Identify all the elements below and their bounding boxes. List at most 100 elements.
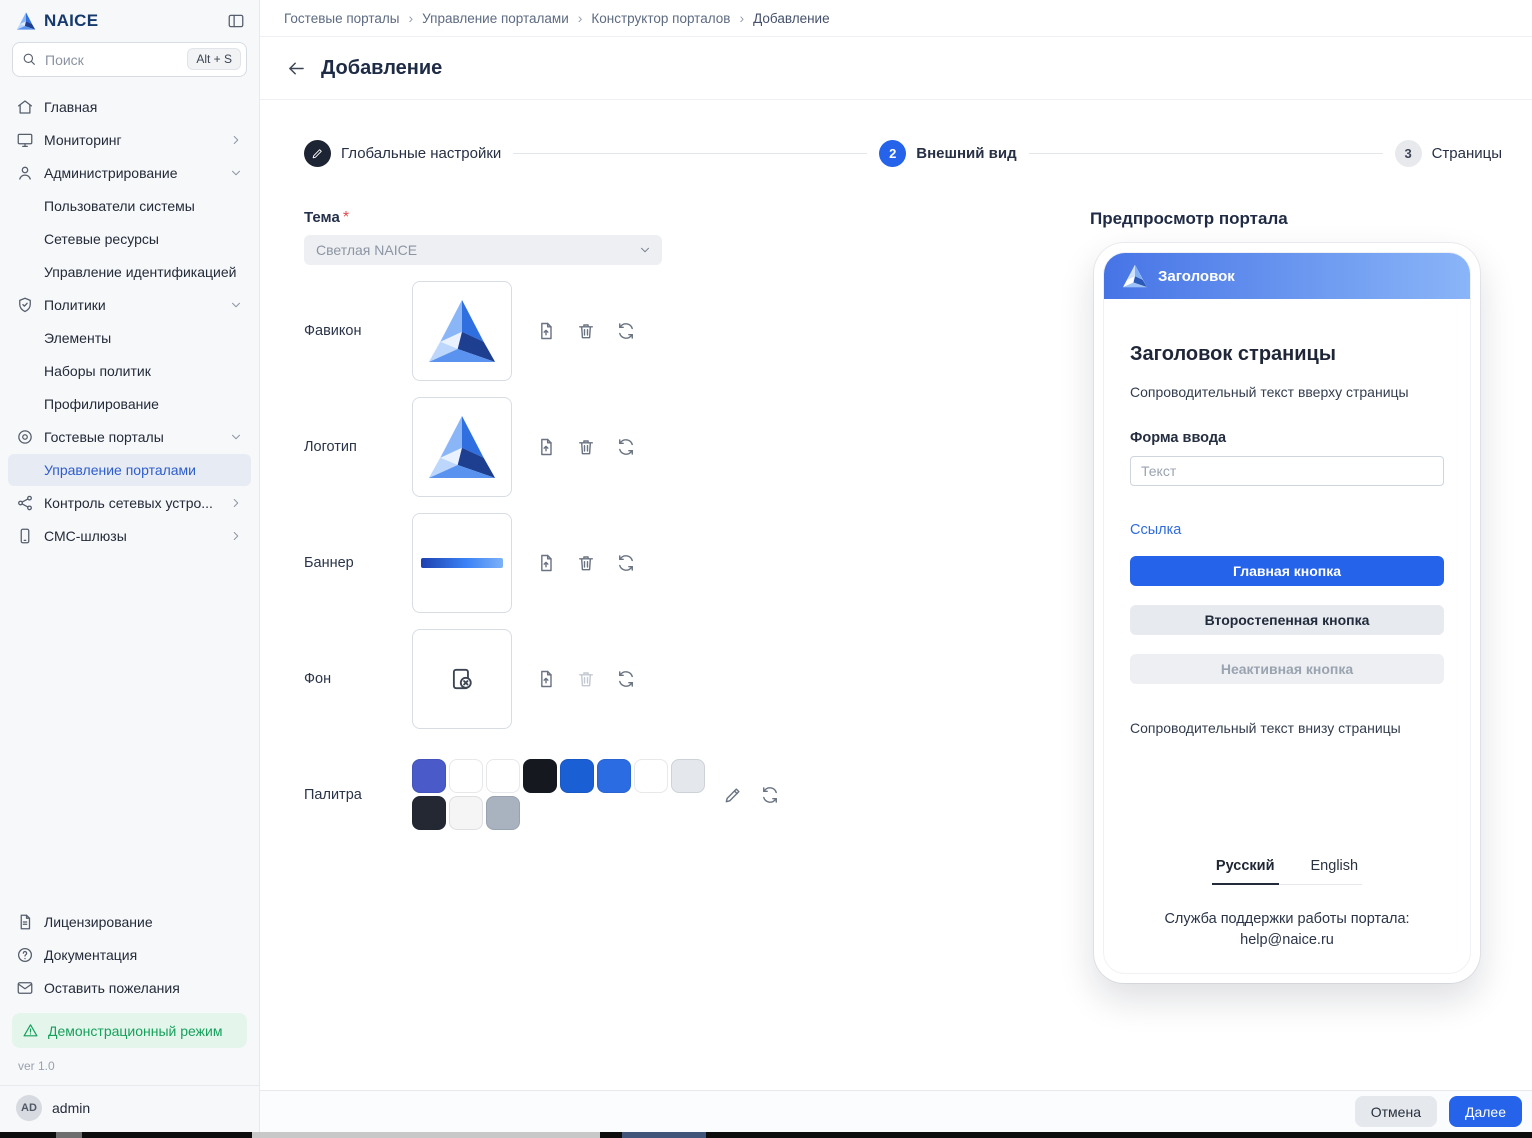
edit-pencil-icon[interactable]	[723, 785, 743, 805]
help-circle-icon	[16, 946, 34, 964]
sidebar-item-label: Гостевые порталы	[44, 429, 164, 445]
sidebar-item-guest-portals[interactable]: Гостевые порталы	[8, 421, 251, 453]
sidebar-item-system-users[interactable]: Пользователи системы	[8, 190, 251, 222]
breadcrumb-item[interactable]: Управление порталами	[422, 11, 569, 26]
sidebar-item-sms-gateways[interactable]: СМС-шлюзы	[8, 520, 251, 552]
home-icon	[16, 98, 34, 116]
pencil-icon	[311, 147, 324, 160]
sidebar-item-elements[interactable]: Элементы	[8, 322, 251, 354]
sidebar-item-identity-management[interactable]: Управление идентификацией	[8, 256, 251, 288]
sidebar-item-policies[interactable]: Политики	[8, 289, 251, 321]
palette-swatch[interactable]	[634, 759, 668, 793]
brand[interactable]: NAICE	[16, 11, 98, 31]
sidebar-item-feedback[interactable]: Оставить пожелания	[8, 972, 251, 1004]
preview-form-label: Форма ввода	[1130, 430, 1444, 446]
next-button[interactable]: Далее	[1449, 1096, 1522, 1127]
sidebar-item-label: Сетевые ресурсы	[44, 231, 159, 247]
sidebar-collapse-button[interactable]	[227, 12, 245, 30]
upload-file-icon[interactable]	[536, 553, 556, 573]
logo-image	[426, 414, 498, 480]
breadcrumb-item[interactable]: Гостевые порталы	[284, 11, 400, 26]
sidebar-item-home[interactable]: Главная	[8, 91, 251, 123]
step3-label: Страницы	[1432, 145, 1502, 162]
preview-primary-button[interactable]: Главная кнопка	[1130, 556, 1444, 586]
sidebar-header: NAICE	[0, 0, 259, 40]
palette-swatch[interactable]	[486, 759, 520, 793]
refresh-icon[interactable]	[616, 437, 636, 457]
trash-icon[interactable]	[576, 553, 596, 573]
sidebar-item-policy-sets[interactable]: Наборы политик	[8, 355, 251, 387]
breadcrumb-item[interactable]: Конструктор порталов	[591, 11, 730, 26]
upload-file-icon[interactable]	[536, 669, 556, 689]
upload-file-icon[interactable]	[536, 321, 556, 341]
banner-label: Баннер	[304, 555, 412, 571]
step-pages[interactable]: 3 Страницы	[1395, 140, 1502, 167]
refresh-icon[interactable]	[616, 669, 636, 689]
palette-swatch[interactable]	[486, 796, 520, 830]
sidebar-item-network-resources[interactable]: Сетевые ресурсы	[8, 223, 251, 255]
back-button[interactable]	[286, 58, 307, 79]
sidebar-item-network-device-control[interactable]: Контроль сетевых устро...	[8, 487, 251, 519]
banner-image	[421, 558, 503, 568]
step2-circle: 2	[879, 140, 906, 167]
content: Глобальные настройки 2 Внешний вид 3 Стр…	[260, 100, 1532, 1090]
palette-swatch[interactable]	[597, 759, 631, 793]
preview-support-text: Служба поддержки работы портала: help@na…	[1130, 909, 1444, 951]
breadcrumb-separator: ›	[739, 10, 744, 26]
palette-swatch[interactable]	[671, 759, 705, 793]
upload-file-icon[interactable]	[536, 437, 556, 457]
preview-header-title: Заголовок	[1158, 268, 1235, 285]
trash-icon[interactable]	[576, 321, 596, 341]
required-mark: *	[343, 209, 349, 226]
portal-preview-card: Заголовок Заголовок страницы Сопроводите…	[1094, 243, 1480, 983]
sidebar-item-label: Наборы политик	[44, 363, 151, 379]
step-global-settings[interactable]: Глобальные настройки	[304, 140, 501, 167]
sidebar-item-documentation[interactable]: Документация	[8, 939, 251, 971]
search-icon	[21, 51, 37, 67]
support-line1: Служба поддержки работы портала:	[1130, 909, 1444, 930]
sidebar-footer: Лицензирование Документация Оставить пож…	[0, 906, 259, 1085]
preview-secondary-button[interactable]: Второстепенная кнопка	[1130, 605, 1444, 635]
breadcrumb: Гостевые порталы › Управление порталами …	[260, 0, 1532, 37]
theme-label: Тема	[304, 209, 340, 226]
app-root: NAICE Alt + S Главная Мониторинг	[0, 0, 1532, 1132]
shield-icon	[16, 296, 34, 314]
palette-swatch[interactable]	[449, 796, 483, 830]
palette-swatch[interactable]	[523, 759, 557, 793]
palette-swatch[interactable]	[412, 759, 446, 793]
theme-select[interactable]: Светлая NAICE	[304, 235, 662, 265]
sidebar-item-label: Документация	[44, 947, 137, 963]
trash-icon[interactable]	[576, 437, 596, 457]
preview-text-input[interactable]	[1130, 456, 1444, 486]
breadcrumb-item-current: Добавление	[753, 11, 830, 26]
sidebar-search: Alt + S	[12, 42, 247, 77]
background-label: Фон	[304, 671, 412, 687]
monitor-icon	[16, 131, 34, 149]
avatar: AD	[16, 1095, 42, 1121]
preview-disabled-button: Неактивная кнопка	[1130, 654, 1444, 684]
palette-swatches	[412, 759, 705, 830]
tab-english[interactable]: English	[1307, 858, 1363, 884]
sidebar-item-licensing[interactable]: Лицензирование	[8, 906, 251, 938]
no-image-icon	[449, 666, 475, 692]
palette-swatch[interactable]	[449, 759, 483, 793]
network-icon	[16, 494, 34, 512]
sidebar-item-administration[interactable]: Администрирование	[8, 157, 251, 189]
refresh-icon[interactable]	[616, 553, 636, 573]
palette-swatch[interactable]	[412, 796, 446, 830]
refresh-icon[interactable]	[760, 785, 780, 805]
sidebar-item-profiling[interactable]: Профилирование	[8, 388, 251, 420]
page-header: Добавление	[260, 37, 1532, 100]
refresh-icon[interactable]	[616, 321, 636, 341]
tab-russian[interactable]: Русский	[1212, 858, 1279, 885]
palette-swatch[interactable]	[560, 759, 594, 793]
user-row[interactable]: AD admin	[0, 1085, 259, 1132]
sidebar-item-label: Главная	[44, 99, 97, 115]
sidebar-item-monitoring[interactable]: Мониторинг	[8, 124, 251, 156]
step-appearance[interactable]: 2 Внешний вид	[879, 140, 1016, 167]
sidebar-item-portal-management[interactable]: Управление порталами	[8, 454, 251, 486]
page-title: Добавление	[321, 57, 442, 80]
cancel-button[interactable]: Отмена	[1355, 1096, 1437, 1127]
preview-link[interactable]: Ссылка	[1130, 522, 1181, 538]
demo-mode-badge: Демонстрационный режим	[12, 1013, 247, 1048]
